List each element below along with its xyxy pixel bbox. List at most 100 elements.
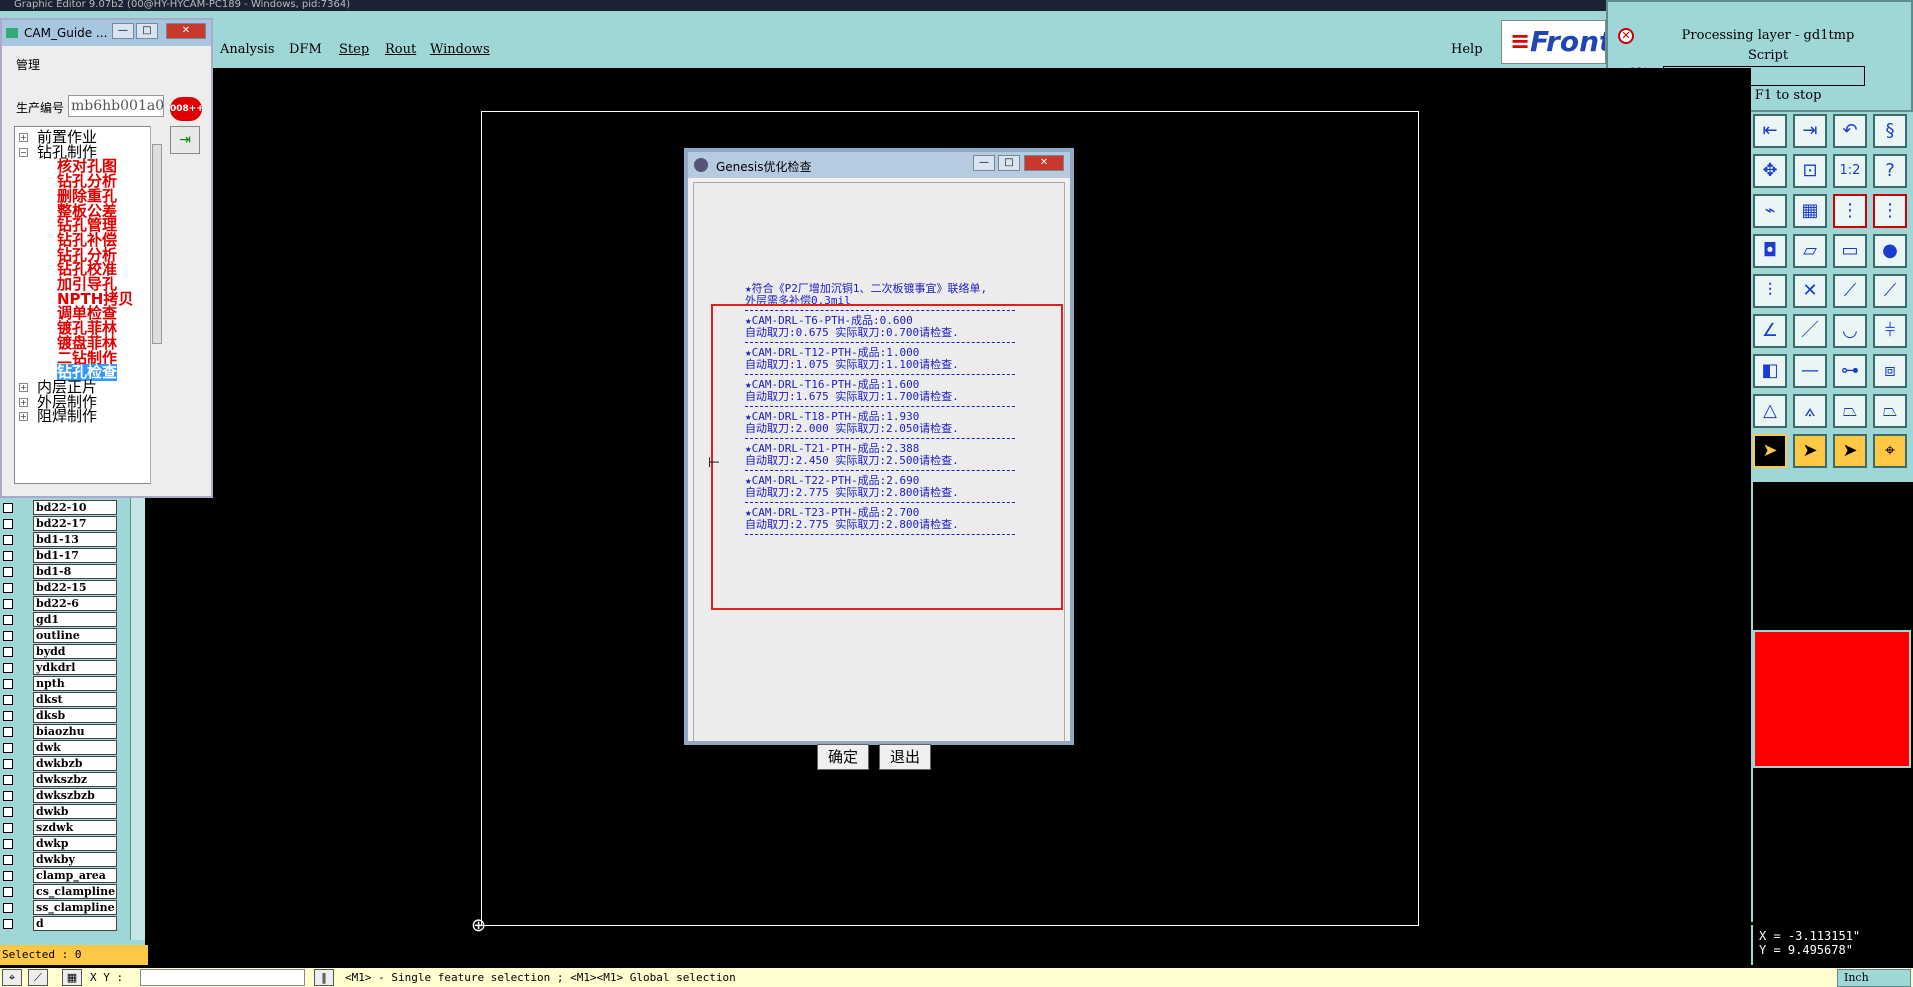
arc-icon[interactable]: ◡ xyxy=(1833,314,1867,348)
select-arrow-alt-icon[interactable]: ➤ xyxy=(1793,434,1827,468)
prod-number-field[interactable]: mb6hb001a0 xyxy=(68,95,164,117)
layer-row[interactable]: bd22-17 xyxy=(0,516,120,532)
menu-windows[interactable]: Windows xyxy=(430,42,490,57)
layer-name[interactable]: bd22-15 xyxy=(33,580,117,595)
layer-row[interactable]: gd1 xyxy=(0,612,120,628)
layer-checkbox[interactable] xyxy=(3,791,13,801)
layer-checkbox[interactable] xyxy=(3,599,13,609)
select-arrow-icon[interactable]: ➤ xyxy=(1753,434,1787,468)
select-net-icon[interactable]: ⌖ xyxy=(1873,434,1907,468)
layer-checkbox[interactable] xyxy=(3,631,13,641)
tree-scrollbar[interactable] xyxy=(150,126,164,484)
layers-red-icon[interactable]: ⋮ xyxy=(1833,194,1867,228)
slash-icon[interactable]: ／ xyxy=(1793,314,1827,348)
layer-checkbox[interactable] xyxy=(3,887,13,897)
layer-name[interactable]: bd1-13 xyxy=(33,532,117,547)
cross-icon[interactable]: ✕ xyxy=(1793,274,1827,308)
layer-row[interactable]: npth xyxy=(0,676,120,692)
ok-button[interactable]: 确定 xyxy=(817,744,869,770)
layer-name[interactable]: bd1-8 xyxy=(33,564,117,579)
redraw-icon[interactable]: § xyxy=(1873,114,1907,148)
layer-name[interactable]: cs_clampline xyxy=(33,884,117,899)
menu-help[interactable]: Help xyxy=(1451,42,1483,57)
layer-row[interactable]: dksb xyxy=(0,708,120,724)
layer-row[interactable]: outline xyxy=(0,628,120,644)
unit-selector[interactable]: Inch xyxy=(1837,969,1911,987)
tree-group[interactable]: 阻焊制作 xyxy=(37,408,97,425)
zoom-home-icon[interactable]: ⇤ xyxy=(1753,114,1787,148)
layer-row[interactable]: dwkb xyxy=(0,804,120,820)
layer-row[interactable]: clamp_area xyxy=(0,868,120,884)
layer-list-scrollbar[interactable] xyxy=(130,495,145,940)
layer-row[interactable]: bd22-6 xyxy=(0,596,120,612)
job-badge-button[interactable]: 008++ xyxy=(170,97,204,121)
layer-row[interactable]: cs_clampline xyxy=(0,884,120,900)
layer-name[interactable]: dwkbzb xyxy=(33,756,117,771)
pad-icon[interactable]: ◘ xyxy=(1753,234,1787,268)
layer-checkbox[interactable] xyxy=(3,775,13,785)
layer-row[interactable]: bd22-10 xyxy=(0,500,120,516)
layer-name[interactable]: bd22-6 xyxy=(33,596,117,611)
layer-checkbox[interactable] xyxy=(3,679,13,689)
layer-checkbox[interactable] xyxy=(3,759,13,769)
snap-mode-icon[interactable]: ⌖ xyxy=(2,969,22,986)
layer-name[interactable]: bd22-10 xyxy=(33,500,117,515)
layer-row[interactable]: bd1-13 xyxy=(0,532,120,548)
layer-row[interactable]: bd1-8 xyxy=(0,564,120,580)
layer-name[interactable]: ydkdrl xyxy=(33,660,117,675)
dialog-close-button[interactable]: ✕ xyxy=(1024,155,1064,171)
layer-checkbox[interactable] xyxy=(3,695,13,705)
layer-checkbox[interactable] xyxy=(3,743,13,753)
surface-icon[interactable]: ▱ xyxy=(1793,234,1827,268)
layer-checkbox[interactable] xyxy=(3,663,13,673)
layer-checkbox[interactable] xyxy=(3,535,13,545)
layer-name[interactable]: outline xyxy=(33,628,117,643)
layer-row[interactable]: dkst xyxy=(0,692,120,708)
layer-checkbox[interactable] xyxy=(3,855,13,865)
layer-name[interactable]: gd1 xyxy=(33,612,117,627)
select-arrow-red-icon[interactable]: ➤ xyxy=(1833,434,1867,468)
fit-all-icon[interactable]: ✥ xyxy=(1753,154,1787,188)
zoom-step-icon[interactable]: ⇥ xyxy=(1793,114,1827,148)
layer-name[interactable]: bd1-17 xyxy=(33,548,117,563)
layer-checkbox[interactable] xyxy=(3,711,13,721)
tree-scroll-thumb[interactable] xyxy=(152,144,162,344)
layer-checkbox[interactable] xyxy=(3,807,13,817)
layer-name[interactable]: dwkp xyxy=(33,836,117,851)
menu-analysis[interactable]: Analysis xyxy=(220,42,275,57)
circle-icon[interactable]: ● xyxy=(1873,234,1907,268)
dialog-maximize-button[interactable]: □ xyxy=(998,155,1020,171)
layer-row[interactable]: dwkp xyxy=(0,836,120,852)
multi-pad-icon[interactable]: ⧈ xyxy=(1873,354,1907,388)
layer-name[interactable]: bydd xyxy=(33,644,117,659)
layer-checkbox[interactable] xyxy=(3,647,13,657)
minimize-button[interactable]: — xyxy=(112,23,134,39)
layer-name[interactable]: biaozhu xyxy=(33,724,117,739)
layer-name[interactable]: clamp_area xyxy=(33,868,117,883)
help-icon[interactable]: ? xyxy=(1873,154,1907,188)
line-move-icon[interactable]: ⟋ xyxy=(1873,274,1907,308)
xy-input[interactable] xyxy=(140,969,305,986)
layer-name[interactable]: dwk xyxy=(33,740,117,755)
measure-icon[interactable]: ⊶ xyxy=(1833,354,1867,388)
layer-checkbox[interactable] xyxy=(3,823,13,833)
layer-name[interactable]: szdwk xyxy=(33,820,117,835)
close-button[interactable]: ✕ xyxy=(166,23,206,39)
menu-rout[interactable]: Rout xyxy=(385,42,416,57)
layer-name[interactable]: dwkby xyxy=(33,852,117,867)
layer-checkbox[interactable] xyxy=(3,727,13,737)
layer-row[interactable]: bd1-17 xyxy=(0,548,120,564)
manage-menu[interactable]: 管理 xyxy=(16,56,40,73)
menu-step[interactable]: Step xyxy=(339,42,369,57)
layer-row[interactable]: dwk xyxy=(0,740,120,756)
angle-icon[interactable]: ∠ xyxy=(1753,314,1787,348)
layer-row[interactable]: dwkby xyxy=(0,852,120,868)
menu-dfm[interactable]: DFM xyxy=(289,42,322,57)
layer-checkbox[interactable] xyxy=(3,839,13,849)
dialog-minimize-button[interactable]: — xyxy=(973,155,995,171)
layer-checkbox[interactable] xyxy=(3,551,13,561)
layers-compare-icon[interactable]: ⋮ xyxy=(1873,194,1907,228)
layer-row[interactable]: biaozhu xyxy=(0,724,120,740)
grid-mode-icon[interactable]: ▦ xyxy=(62,969,82,986)
fit-window-icon[interactable]: ⊡ xyxy=(1793,154,1827,188)
